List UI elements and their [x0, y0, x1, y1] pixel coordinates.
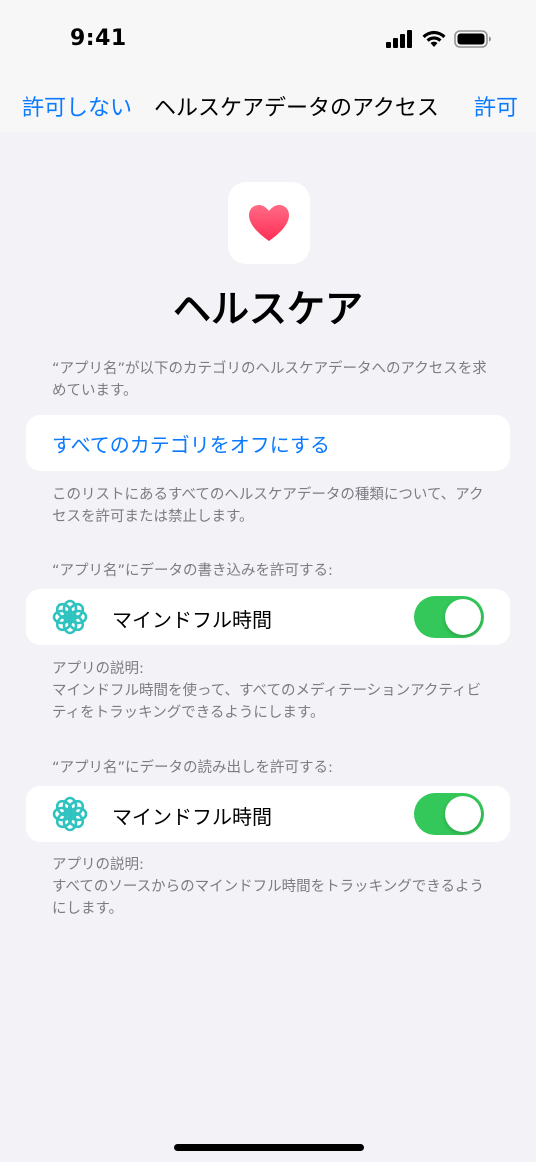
read-explanation-title: アプリの説明: [52, 857, 144, 873]
write-mindful-toggle[interactable] [414, 596, 484, 638]
write-mindful-label: マインドフル時間 [112, 608, 272, 632]
status-bar: 9:41 [0, 0, 536, 80]
wifi-icon [422, 30, 446, 52]
categories-footer: このリストにあるすべてのヘルスケアデータの種類について、アクセスを許可または禁止… [52, 487, 484, 525]
mindfulness-icon [52, 796, 88, 832]
app-name: ヘルスケア [172, 287, 363, 331]
nav-title: ヘルスケアデータのアクセス [154, 96, 439, 121]
read-mindful-row: マインドフル時間 [26, 786, 510, 842]
write-explanation-title: アプリの説明: [52, 661, 144, 677]
turn-off-all-button[interactable]: すべてのカテゴリをオフにする [52, 429, 330, 458]
status-icons [386, 30, 492, 52]
status-time: 9:41 [70, 26, 127, 51]
write-explanation: アプリの説明: マインドフル時間を使って、すべてのメディテーションアクティビティ… [52, 658, 492, 724]
dont-allow-button[interactable]: 許可しない [22, 90, 132, 122]
read-explanation: アプリの説明: すべてのソースからのマインドフル時間をトラッキングできるようにし… [52, 854, 492, 920]
write-section-header: “アプリ名”にデータの書き込みを許可する: [52, 563, 333, 579]
read-mindful-label: マインドフル時間 [112, 805, 272, 829]
write-explanation-text: マインドフル時間を使って、すべてのメディテーションアクティビティをトラッキングで… [52, 683, 482, 721]
allow-button[interactable]: 許可 [474, 90, 518, 122]
read-mindful-toggle[interactable] [414, 793, 484, 835]
toggle-knob [445, 796, 481, 832]
battery-icon [454, 30, 492, 52]
toggle-knob [445, 599, 481, 635]
health-app-icon [228, 182, 310, 264]
turn-off-all-card: すべてのカテゴリをオフにする [26, 415, 510, 471]
home-indicator[interactable] [174, 1144, 364, 1151]
signal-icon [386, 30, 414, 52]
nav-bar: 許可しない ヘルスケアデータのアクセス 許可 [0, 80, 536, 132]
write-mindful-row: マインドフル時間 [26, 589, 510, 645]
mindfulness-icon [52, 599, 88, 635]
heart-icon [249, 205, 289, 241]
read-section-header: “アプリ名”にデータの読み出しを許可する: [52, 760, 333, 776]
read-explanation-text: すべてのソースからのマインドフル時間をトラッキングできるようにします。 [52, 879, 484, 917]
request-description: “アプリ名”が以下のカテゴリのヘルスケアデータへのアクセスを求めています。 [52, 361, 487, 399]
